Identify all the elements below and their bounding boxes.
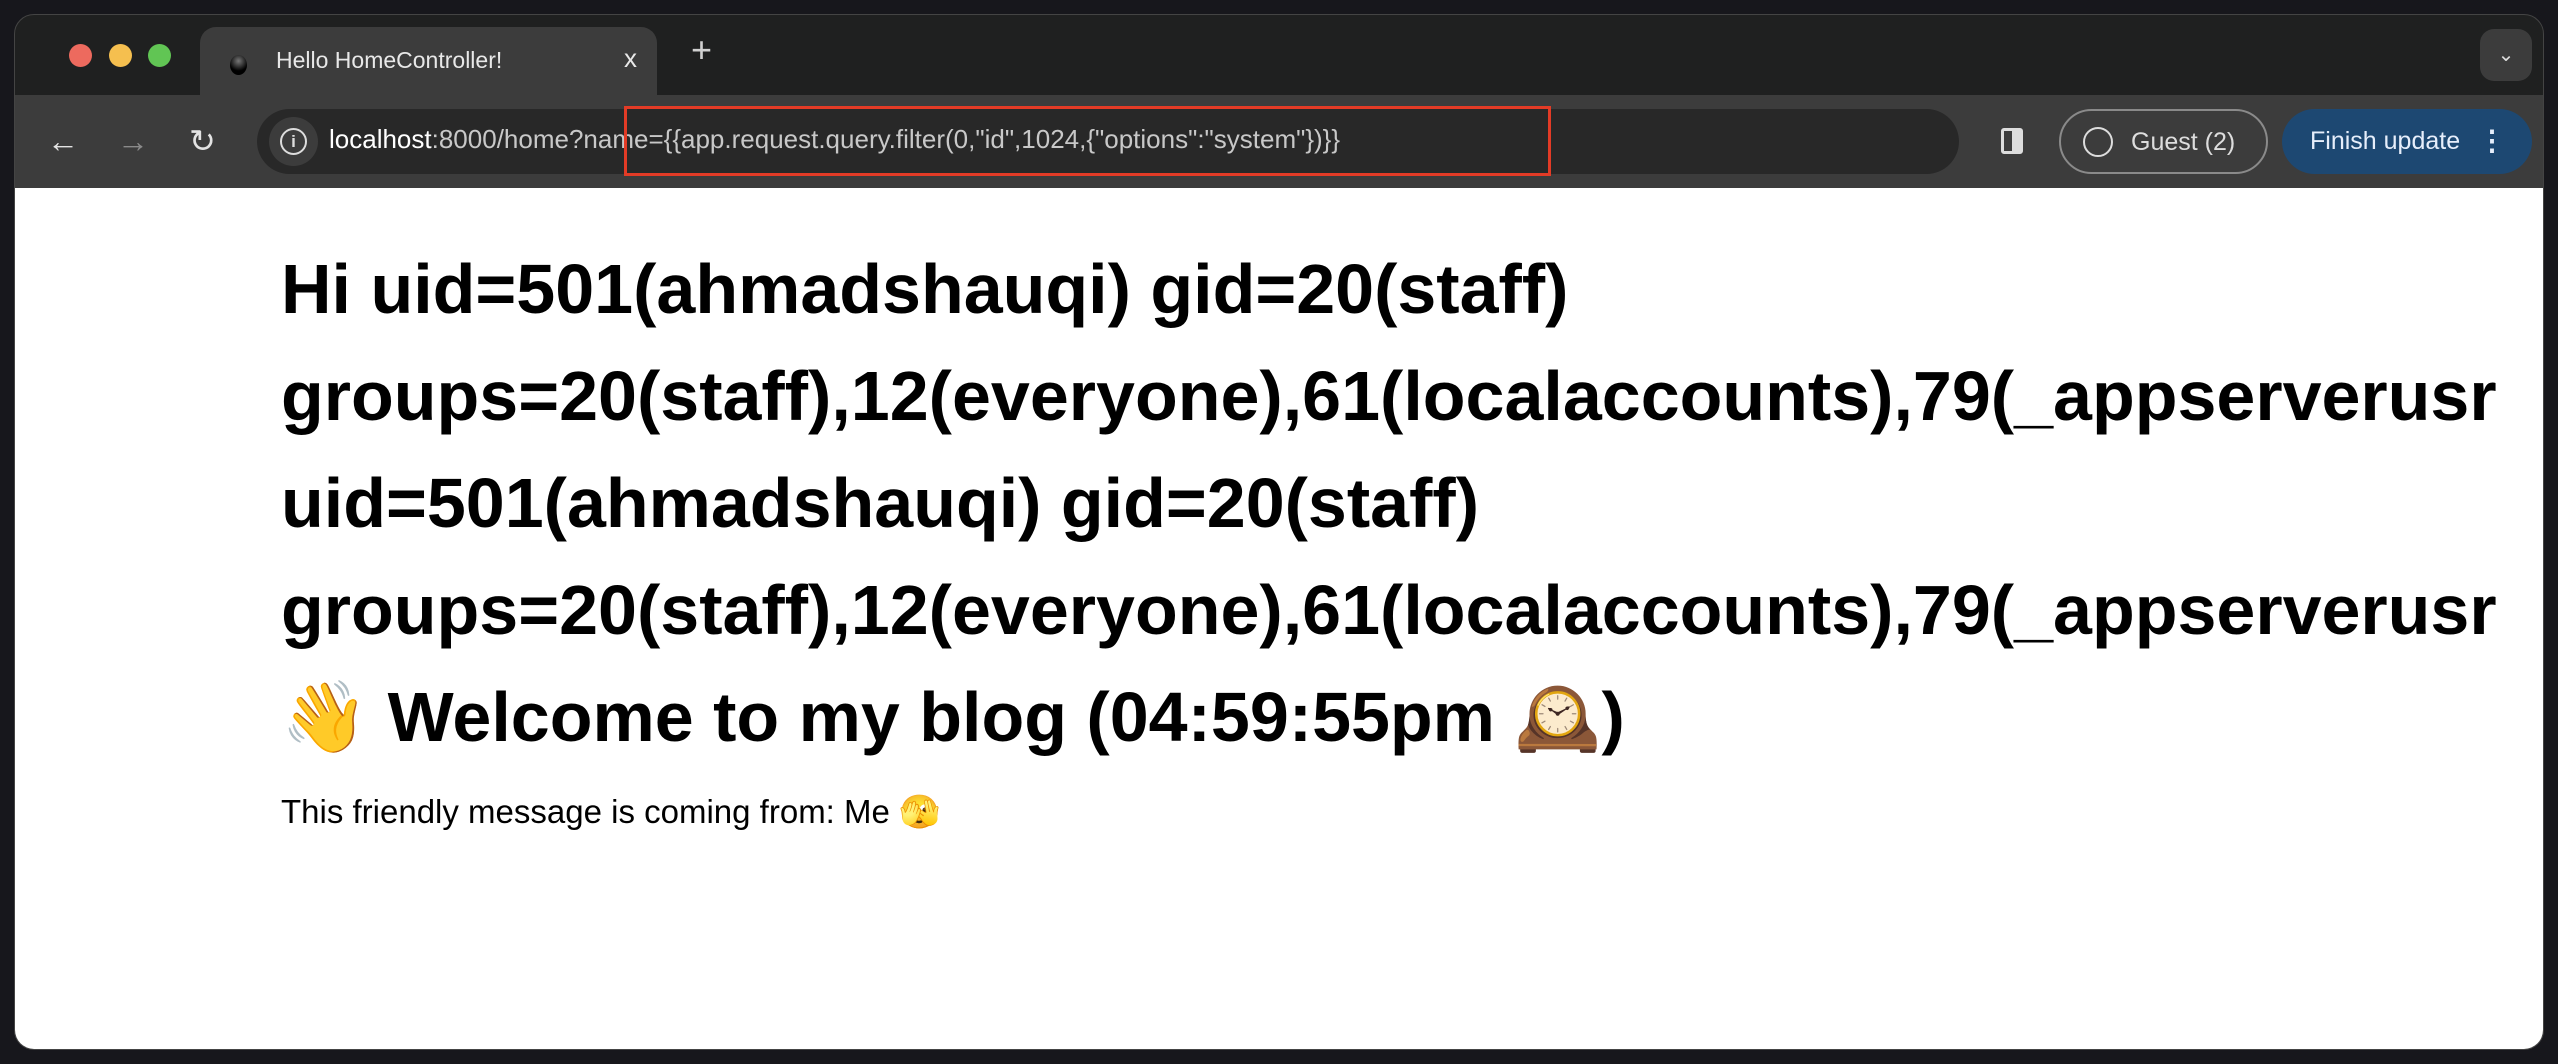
side-panel-icon[interactable] bbox=[2001, 128, 2023, 154]
profile-label: Guest (2) bbox=[2131, 128, 2236, 156]
maximize-window-button[interactable] bbox=[148, 44, 171, 67]
message-text: This friendly message is coming from: Me… bbox=[281, 793, 941, 830]
more-menu-icon[interactable]: ⋮ bbox=[2478, 123, 2506, 159]
greeting-line: groups=20(staff),12(everyone),61(localac… bbox=[281, 571, 2497, 649]
finish-update-label: Finish update bbox=[2310, 127, 2461, 155]
person-icon bbox=[2083, 127, 2113, 157]
minimize-window-button[interactable] bbox=[109, 44, 132, 67]
tab-title: Hello HomeController! bbox=[276, 47, 503, 73]
profile-button[interactable]: Guest (2) bbox=[2059, 109, 2268, 174]
info-icon: i bbox=[280, 128, 307, 155]
favicon-icon bbox=[230, 55, 247, 75]
toolbar: ← → ↻ i localhost:8000/home?name={{app.r… bbox=[15, 95, 2543, 188]
site-info-button[interactable]: i bbox=[269, 117, 318, 166]
greeting-line: uid=501(ahmadshauqi) gid=20(staff) bbox=[281, 464, 1480, 542]
browser-window: Hello HomeController! x + ⌄ ← → ↻ i loca… bbox=[14, 14, 2544, 1050]
greeting-line: Hi uid=501(ahmadshauqi) gid=20(staff) bbox=[281, 250, 1569, 328]
tab-active[interactable]: Hello HomeController! x bbox=[200, 27, 657, 97]
forward-arrow-icon[interactable]: → bbox=[117, 117, 149, 165]
reload-icon[interactable]: ↻ bbox=[189, 117, 216, 165]
close-window-button[interactable] bbox=[69, 44, 92, 67]
page-content: Hi uid=501(ahmadshauqi) gid=20(staff) gr… bbox=[15, 188, 2543, 1049]
greeting-heading: Hi uid=501(ahmadshauqi) gid=20(staff) gr… bbox=[15, 236, 2543, 664]
welcome-heading: 👋 Welcome to my blog (04:59:55pm 🕰️) bbox=[281, 678, 1625, 756]
new-tab-button[interactable]: + bbox=[691, 29, 712, 71]
url-path: :8000/home? bbox=[431, 124, 584, 154]
finish-update-button[interactable]: Finish update ⋮ bbox=[2282, 109, 2532, 174]
greeting-line: groups=20(staff),12(everyone),61(localac… bbox=[281, 357, 2497, 435]
address-bar[interactable]: i localhost:8000/home?name={{app.request… bbox=[257, 106, 1959, 176]
url-text[interactable]: localhost:8000/home?name={{app.request.q… bbox=[329, 124, 1340, 155]
tab-close-icon[interactable]: x bbox=[624, 43, 637, 74]
url-query: name={{app.request.query.filter(0,"id",1… bbox=[583, 124, 1341, 154]
tab-search-chevron-down-icon[interactable]: ⌄ bbox=[2480, 29, 2532, 81]
url-host: localhost bbox=[329, 124, 432, 154]
back-arrow-icon[interactable]: ← bbox=[47, 117, 79, 165]
